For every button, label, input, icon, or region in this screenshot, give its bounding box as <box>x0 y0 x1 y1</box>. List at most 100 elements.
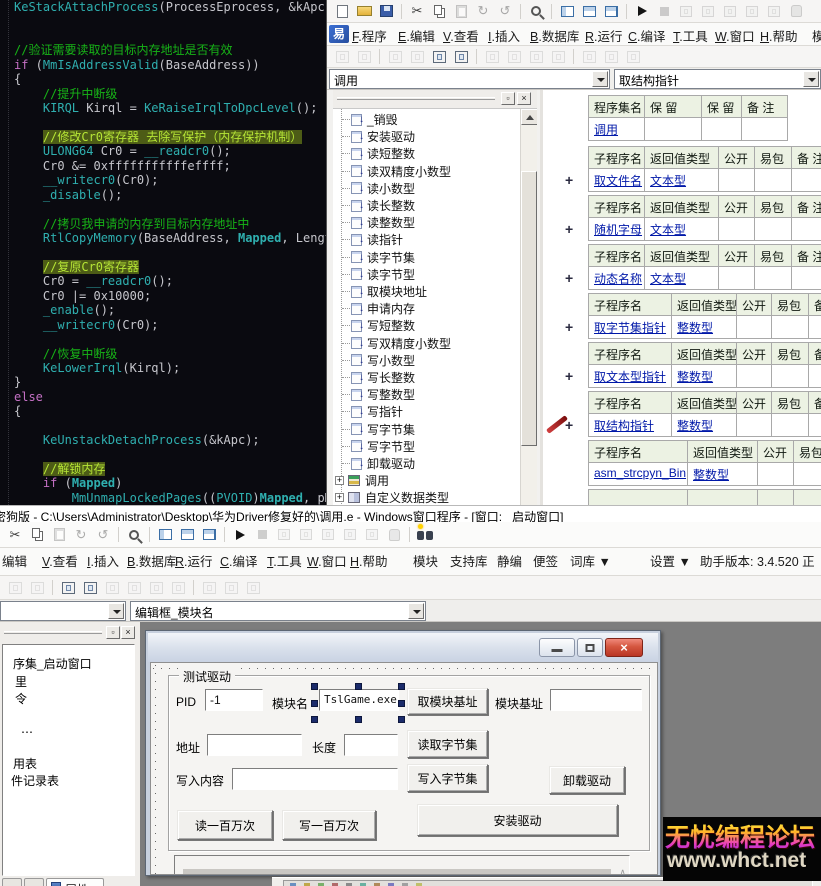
split-vertical-icon[interactable] <box>154 526 176 544</box>
unload-driver-button[interactable]: 卸载驱动 <box>549 766 625 794</box>
table-value-cell[interactable] <box>792 169 821 192</box>
table-value-cell[interactable] <box>809 316 821 339</box>
selection-handle[interactable] <box>311 700 318 707</box>
scroll-up-icon[interactable]: ∧ <box>619 867 626 875</box>
table-value-cell[interactable] <box>755 267 792 290</box>
tree-item[interactable]: ↓读长整数 <box>342 197 415 214</box>
align-tool-icon[interactable] <box>79 579 101 597</box>
menu-I[interactable]: I.插入 <box>87 551 119 570</box>
install-driver-button[interactable]: 安装驱动 <box>417 804 618 836</box>
workspace-tree-item[interactable]: 用表 <box>13 755 37 772</box>
menu-overflow[interactable]: 模 <box>812 26 821 45</box>
table-value-cell[interactable]: 取文本型指针 <box>588 365 672 388</box>
tree-item[interactable]: ↓取模块地址 <box>342 283 427 300</box>
selection-handle[interactable] <box>355 716 362 723</box>
menu-extra-2[interactable]: 静编 <box>497 551 522 570</box>
table-value-cell[interactable]: 取字节集指针 <box>588 316 672 339</box>
workspace-tree-item[interactable]: 序集_启动窗口 <box>13 655 92 672</box>
menu-W[interactable]: W.窗口 <box>307 551 347 570</box>
length-input[interactable] <box>344 734 398 756</box>
expand-plus[interactable]: + <box>565 270 573 286</box>
get-module-base-button[interactable]: 取模块基址 <box>407 688 488 715</box>
tree-item[interactable]: ↓写长整数 <box>342 369 415 386</box>
find-icon[interactable] <box>123 526 145 544</box>
table-value-cell[interactable]: 文本型 <box>645 267 719 290</box>
table-value-cell[interactable]: 整数型 <box>672 316 737 339</box>
cut-icon[interactable] <box>4 526 26 544</box>
menu-V[interactable]: V.查看 <box>42 551 78 570</box>
table-value-cell[interactable] <box>809 365 821 388</box>
form-canvas[interactable]: 测试驱动 PID -1 模块名 TslGame.exe 取模块基址 模块基址 地… <box>150 662 658 875</box>
menu-0[interactable]: 编辑 <box>2 551 27 570</box>
tree-item[interactable]: ↓写小数型 <box>342 352 415 369</box>
table-value-cell[interactable]: 随机字母 <box>588 218 645 241</box>
tree-item[interactable]: ↓写字节集 <box>342 421 415 438</box>
menu-H[interactable]: H.帮助 <box>760 26 798 45</box>
tab-properties[interactable]: 属性 <box>46 878 104 886</box>
menu-V[interactable]: V.查看 <box>443 26 479 45</box>
table-value-cell[interactable]: 取文件名 <box>588 169 645 192</box>
workspace-tree-item[interactable]: 令 <box>15 690 27 707</box>
tree-item[interactable]: ↓写双精度小数型 <box>342 335 451 352</box>
table-value-cell[interactable] <box>792 267 821 290</box>
menu-R[interactable]: R.运行 <box>585 26 623 45</box>
copy-icon[interactable] <box>26 526 48 544</box>
table-value-cell[interactable]: 动态名称 <box>588 267 645 290</box>
menu-extra-4[interactable]: 词库 ▼ <box>570 551 611 570</box>
expand-plus[interactable]: + <box>565 221 573 237</box>
selection-handle[interactable] <box>398 716 405 723</box>
menu-T[interactable]: T.工具 <box>673 26 708 45</box>
tree-item[interactable]: ↓读字节集 <box>342 249 415 266</box>
table-value-cell[interactable] <box>702 118 742 141</box>
menu-extra-3[interactable]: 便签 <box>533 551 558 570</box>
tree-item[interactable]: ↓读整数型 <box>342 214 415 231</box>
tree-parent-item[interactable]: +自定义数据类型 <box>335 489 449 505</box>
tree-scrollbar[interactable] <box>520 109 537 505</box>
menu-W[interactable]: W.窗口 <box>715 26 755 45</box>
write-bytes-button[interactable]: 写入字节集 <box>407 764 488 792</box>
assembly-combobox[interactable]: 调用 <box>329 69 610 89</box>
assistant-search-icon[interactable] <box>414 526 436 544</box>
menu-I[interactable]: I.插入 <box>488 26 520 45</box>
control-combobox[interactable]: 编辑框_模块名 <box>130 601 426 621</box>
table-value-cell[interactable]: asm_strcpyn_Bin <box>588 463 688 486</box>
menu-C[interactable]: C.编译 <box>628 26 666 45</box>
chevron-down-icon[interactable] <box>408 603 424 619</box>
write-million-button[interactable]: 写一百万次 <box>282 810 376 840</box>
align-tool-icon[interactable] <box>450 48 472 66</box>
table-value-cell[interactable] <box>737 414 772 437</box>
tree-item[interactable]: ↓读字节型 <box>342 266 415 283</box>
table-value-cell[interactable] <box>719 169 755 192</box>
pid-input[interactable]: -1 <box>205 689 263 711</box>
read-bytes-button[interactable]: 读取字节集 <box>407 730 488 758</box>
tree-parent-item[interactable]: +调用 <box>335 472 389 489</box>
split-horizontal-icon[interactable] <box>578 2 600 20</box>
table-value-cell[interactable] <box>737 365 772 388</box>
tree-item[interactable]: ↓卸载驱动 <box>342 455 415 472</box>
table-value-cell[interactable] <box>755 169 792 192</box>
split-horizontal-icon[interactable] <box>176 526 198 544</box>
menu-F[interactable]: F.程序 <box>352 26 387 45</box>
tree-item[interactable]: ↓读双精度小数型 <box>342 163 451 180</box>
menu-extra-1[interactable]: 支持库 <box>450 551 488 570</box>
workspace-tree[interactable]: 序集_启动窗口里令⋯用表件记录表 <box>2 644 135 876</box>
menu-E[interactable]: E.编辑 <box>398 26 435 45</box>
table-value-cell[interactable] <box>809 414 821 437</box>
table-value-cell[interactable] <box>792 218 821 241</box>
table-value-cell[interactable] <box>772 414 809 437</box>
write-content-input[interactable] <box>232 768 398 790</box>
tree-item[interactable]: ↓写短整数 <box>342 317 415 334</box>
panel-close-button[interactable]: × <box>121 626 135 639</box>
object-combobox[interactable] <box>0 601 126 621</box>
selection-handle[interactable] <box>398 700 405 707</box>
table-value-cell[interactable] <box>742 118 788 141</box>
workspace-tree-item[interactable]: ⋯ <box>21 725 33 739</box>
open-file-icon[interactable] <box>353 2 375 20</box>
chevron-down-icon[interactable] <box>592 71 608 87</box>
selection-handle[interactable] <box>355 683 362 690</box>
module-base-input[interactable] <box>550 689 642 711</box>
scrollbar-thumb[interactable] <box>521 171 537 446</box>
tree-item[interactable]: ↓写字节型 <box>342 438 415 455</box>
minimize-button[interactable] <box>539 638 575 657</box>
menu-B[interactable]: B.数据库 <box>530 26 579 45</box>
